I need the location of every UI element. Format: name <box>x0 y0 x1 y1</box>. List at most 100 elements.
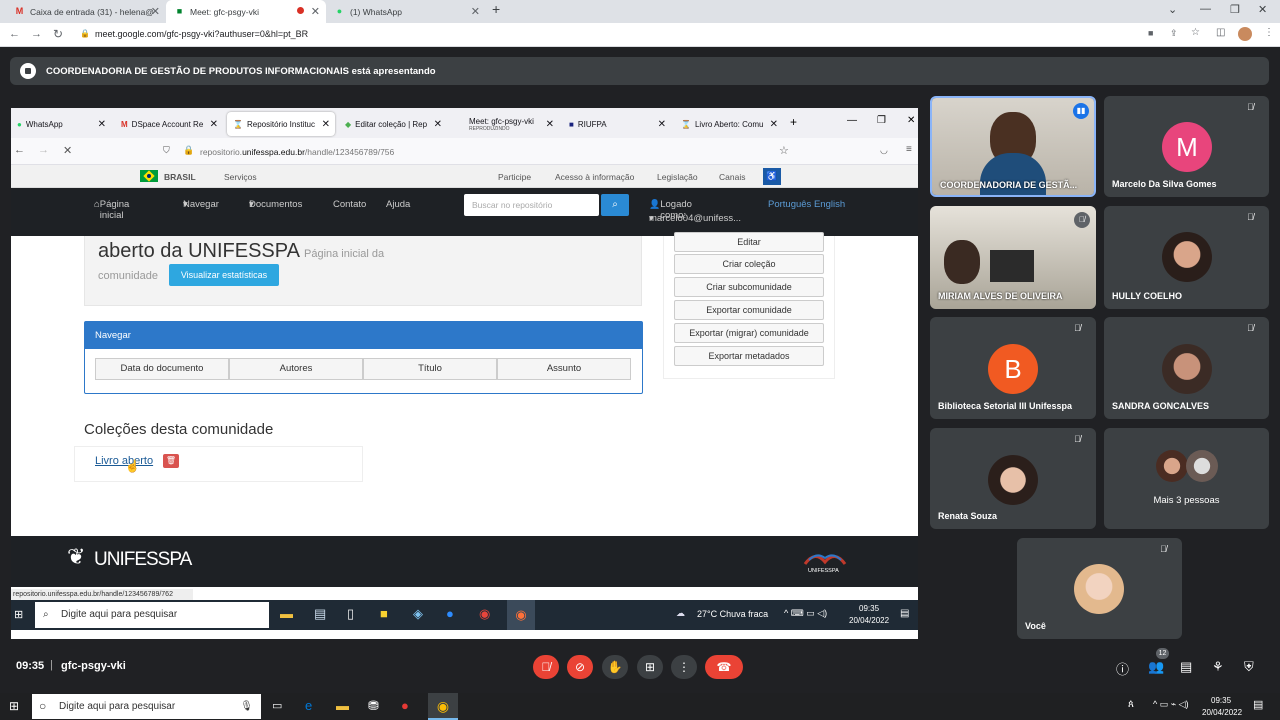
participant-tile[interactable]: 🎙̸ M Marcelo Da Silva Gomes <box>1104 96 1269 197</box>
reload-button[interactable]: ↻ <box>53 27 63 41</box>
new-tab-button[interactable]: + <box>492 1 500 17</box>
people-tray-icon[interactable]: ጰ <box>1128 699 1134 710</box>
gov-servicos-link[interactable]: Serviços <box>224 172 257 182</box>
clipboard-icon[interactable]: ▯ <box>347 606 354 622</box>
zoom-icon[interactable]: ● <box>446 606 454 621</box>
browse-by-author-button[interactable]: Autores <box>229 358 363 380</box>
chat-icon[interactable]: ▤ <box>1180 659 1192 675</box>
restore-button[interactable]: ❐ <box>1230 3 1240 16</box>
camera-icon[interactable]: ■ <box>1148 28 1153 38</box>
create-collection-button[interactable]: Criar coleção <box>674 254 824 274</box>
document-icon[interactable]: ▤ <box>314 606 326 622</box>
mic-toggle-button[interactable]: 🎙̸ <box>533 655 559 679</box>
user-email[interactable]: marcelo04@unifess... ▾ <box>649 213 741 224</box>
ff-tab-dspace[interactable]: M DSpace Account Re ✕ <box>115 112 223 136</box>
more-options-button[interactable]: ⋮ <box>671 655 697 679</box>
gov-participe-link[interactable]: Participe <box>498 172 531 182</box>
create-subcommunity-button[interactable]: Criar subcomunidade <box>674 277 824 297</box>
camera-toggle-button[interactable]: ⊘ <box>567 655 593 679</box>
gov-legislacao-link[interactable]: Legislação <box>657 172 698 182</box>
task-view-icon[interactable]: ▭ <box>272 699 282 712</box>
trash-icon[interactable]: 🗑 <box>163 454 179 468</box>
close-icon[interactable]: ✕ <box>151 5 160 18</box>
edit-button[interactable]: Editar <box>674 232 824 252</box>
sidepanel-icon[interactable]: ◫ <box>1216 27 1225 38</box>
ff-new-tab-button[interactable]: + <box>790 115 797 129</box>
participant-tile[interactable]: 🎙̸ B Biblioteca Setorial III Unifesspa <box>930 317 1096 419</box>
app-icon[interactable]: ◈ <box>413 606 423 622</box>
nav-documentos[interactable]: Documentos ▾ <box>249 199 302 210</box>
chrome-icon[interactable]: ◉ <box>428 693 458 720</box>
notes-icon[interactable]: ■ <box>380 606 388 621</box>
ff-forward-button[interactable]: → <box>38 144 49 156</box>
ff-menu-icon[interactable]: ≡ <box>906 144 912 155</box>
tray-icons[interactable]: ^ ⌨ ▭ ◁) <box>784 608 827 619</box>
gov-canais-link[interactable]: Canais <box>719 172 745 182</box>
browse-by-title-button[interactable]: Título <box>363 358 497 380</box>
raise-hand-button[interactable]: ✋ <box>602 655 628 679</box>
browse-by-subject-button[interactable]: Assunto <box>497 358 631 380</box>
nav-navegar[interactable]: Navegar ▾ <box>183 199 219 210</box>
info-icon[interactable]: ⓘ <box>1116 659 1129 678</box>
nav-contato[interactable]: Contato <box>333 199 366 210</box>
firefox-icon[interactable]: ◉ <box>507 600 535 630</box>
leave-call-button[interactable]: ☎ <box>705 655 743 679</box>
close-window-button[interactable]: ✕ <box>1258 3 1267 16</box>
nav-ajuda[interactable]: Ajuda <box>386 199 410 210</box>
forward-button[interactable]: → <box>31 28 42 40</box>
pocket-icon[interactable]: ◡ <box>880 145 888 156</box>
ff-url-field[interactable]: repositorio.unifesspa.edu.br/handle/1234… <box>200 147 394 157</box>
close-icon[interactable]: ✕ <box>471 5 480 18</box>
self-tile[interactable]: 🎙̸ Você <box>1017 538 1182 639</box>
participant-tile[interactable]: 🎙̸ MIRIAM ALVES DE OLIVEIRA <box>930 206 1096 309</box>
os-search-input[interactable]: ○ Digite aqui para pesquisar 🎙 <box>32 694 261 719</box>
user-menu[interactable]: 👤 Logado como: <box>649 199 692 221</box>
ff-restore-button[interactable]: ❐ <box>877 115 886 126</box>
edge-icon[interactable]: e <box>305 698 312 713</box>
tab-whatsapp[interactable]: ● (1) WhatsApp ✕ <box>326 0 486 23</box>
gov-acesso-link[interactable]: Acesso à informação <box>555 172 634 182</box>
chrome-icon[interactable]: ◉ <box>479 606 490 622</box>
participant-tile[interactable]: 🎙̸ Renata Souza <box>930 428 1096 529</box>
file-explorer-icon[interactable]: ▬ <box>336 698 349 713</box>
export-metadata-button[interactable]: Exportar metadados <box>674 346 824 366</box>
tab-gmail[interactable]: M Caixa de entrada (31) - helena@ ✕ <box>6 0 166 23</box>
ff-tab-repositorio[interactable]: ⌛ Repositório Instituc ✕ <box>227 112 335 136</box>
windows-start-icon[interactable]: ⊞ <box>9 699 19 713</box>
ff-tab-whatsapp[interactable]: ● WhatsApp ✕ <box>11 112 111 136</box>
host-controls-icon[interactable]: ⛨ <box>1244 659 1254 675</box>
people-icon[interactable]: 👥 <box>1148 659 1164 675</box>
gov-brasil-label[interactable]: BRASIL <box>164 172 196 182</box>
ff-tab-editar[interactable]: ◆ Editar coleção | Rep ✕ <box>339 112 447 136</box>
notification-center-icon[interactable]: ▤ <box>1253 698 1263 711</box>
windows-start-icon[interactable]: ⊞ <box>14 608 23 621</box>
close-icon[interactable]: ✕ <box>311 5 320 18</box>
url-field[interactable]: meet.google.com/gfc-psgy-vki?authuser=0&… <box>95 29 308 39</box>
store-icon[interactable]: ⛃ <box>368 698 379 714</box>
back-button[interactable]: ← <box>9 28 20 40</box>
notification-icon[interactable]: ▤ <box>900 608 909 619</box>
accessibility-icon[interactable]: ♿ <box>763 168 781 185</box>
minimize-button[interactable]: — <box>1200 3 1211 15</box>
ff-tab-riufpa[interactable]: ■ RIUFPA ✕ <box>563 112 671 136</box>
ff-close-button[interactable]: ✕ <box>907 115 915 126</box>
participant-tile[interactable]: 🎙̸ SANDRA GONCALVES <box>1104 317 1269 419</box>
ff-tab-meet[interactable]: Meet: gfc-psgy-vki REPRODUZINDO ✕ <box>451 112 559 136</box>
nav-home[interactable]: ⌂ Página inicial <box>94 199 129 221</box>
browse-by-date-button[interactable]: Data do documento <box>95 358 229 380</box>
bookmark-star-icon[interactable]: ☆ <box>1191 27 1200 38</box>
activities-icon[interactable]: ⚘ <box>1212 659 1224 675</box>
ff-stop-button[interactable]: ✕ <box>63 144 72 157</box>
tab-meet[interactable]: ■ Meet: gfc-psgy-vki ✕ <box>166 0 326 23</box>
menu-icon[interactable]: ⋮ <box>1264 27 1274 38</box>
ff-bookmark-star-icon[interactable]: ☆ <box>779 144 789 157</box>
system-tray-icons[interactable]: ^ ▭ ⌁ ◁) <box>1153 699 1189 710</box>
search-icon[interactable]: ⌕ <box>601 194 629 216</box>
view-stats-button[interactable]: Visualizar estatísticas <box>169 264 279 286</box>
share-icon[interactable]: ⇪ <box>1170 28 1178 39</box>
profile-avatar[interactable] <box>1238 27 1252 41</box>
ff-minimize-button[interactable]: — <box>847 115 857 126</box>
ff-back-button[interactable]: ← <box>14 144 25 156</box>
language-switcher[interactable]: Português English <box>768 199 845 210</box>
tab-search-icon[interactable]: ⌄ <box>1168 3 1177 16</box>
